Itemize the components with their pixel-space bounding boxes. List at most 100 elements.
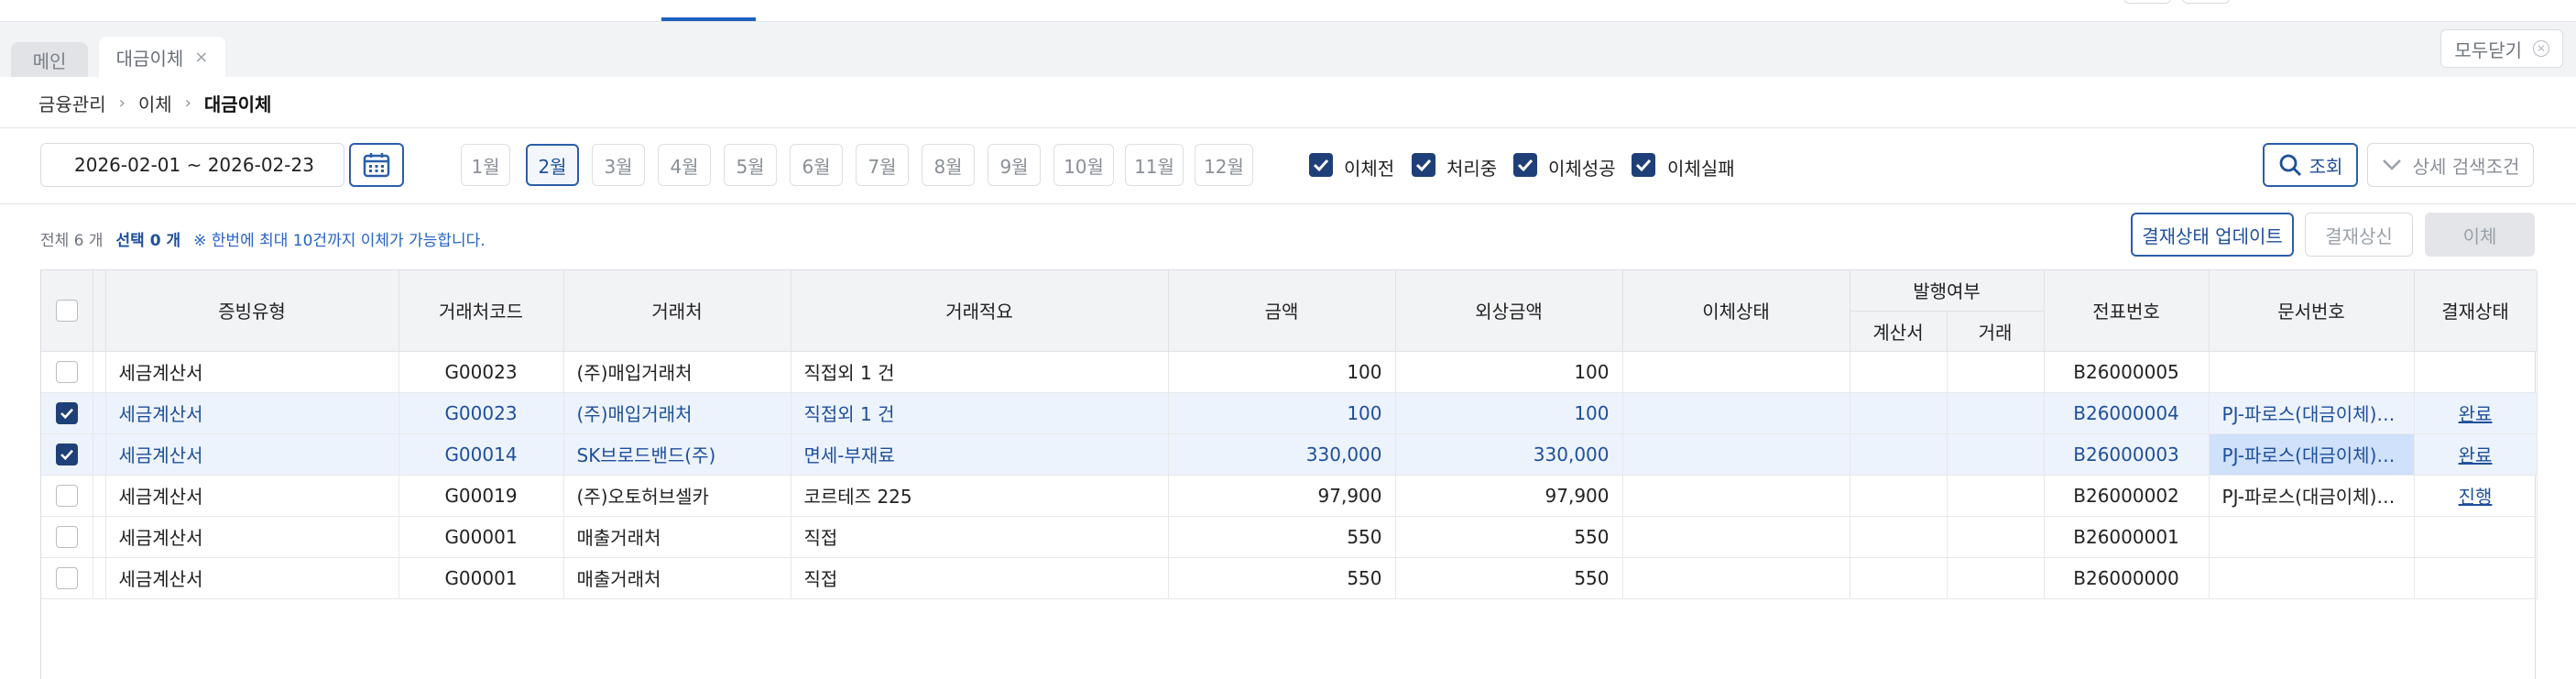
cell-approval	[2414, 557, 2538, 599]
row-checkbox-cell[interactable]	[41, 557, 93, 599]
month-button-selected[interactable]: 2월	[526, 144, 579, 186]
month-label: 4월	[670, 155, 699, 178]
cell-invoice	[1850, 392, 1948, 434]
header-trade[interactable]: 거래	[1947, 311, 2045, 352]
month-button[interactable]: 5월	[724, 144, 777, 186]
row-checkbox[interactable]	[55, 566, 78, 589]
header-vendor-code[interactable]: 거래처코드	[398, 270, 564, 352]
cell-approval: 완료	[2414, 392, 2538, 434]
header-doc-no[interactable]: 문서번호	[2209, 270, 2415, 352]
search-button-label: 조회	[2309, 155, 2343, 178]
approval-submit-button[interactable]: 결재상신	[2305, 213, 2413, 257]
cell-code: G00001	[398, 516, 564, 558]
status-checkbox-label: 처리중	[1446, 158, 1498, 180]
table-row[interactable]: 세금계산서 G00001 매출거래처 직접 550 550 B26000001	[41, 516, 2538, 558]
tab-main[interactable]: 메인	[11, 42, 88, 77]
header-summary[interactable]: 거래적요	[791, 270, 1169, 352]
month-button[interactable]: 1월	[461, 144, 510, 186]
cell-foreign: 100	[1395, 392, 1623, 434]
month-button[interactable]: 8월	[922, 144, 975, 186]
month-button[interactable]: 6월	[790, 144, 843, 186]
month-button[interactable]: 7월	[856, 144, 909, 186]
cell-invoice	[1850, 475, 1948, 517]
header-slip-no[interactable]: 전표번호	[2044, 270, 2210, 352]
approval-link[interactable]: 완료	[2459, 444, 2493, 466]
month-label: 9월	[999, 155, 1029, 178]
cell-summary: 직접외 1 건	[791, 351, 1169, 393]
status-checkbox[interactable]	[1309, 153, 1333, 177]
approval-link[interactable]: 완료	[2459, 403, 2493, 425]
status-checkbox-label: 이체성공	[1548, 158, 1616, 180]
table-row[interactable]: 세금계산서 G00014 SK브로드밴드(주) 면세-부재료 330,000 3…	[41, 433, 2538, 476]
month-button[interactable]: 9월	[988, 144, 1041, 186]
row-spacer	[93, 557, 106, 599]
approval-update-button[interactable]: 결재상태 업데이트	[2131, 213, 2294, 257]
cell-doc-focused[interactable]: PJ-파로스(대금이체)-...	[2209, 433, 2415, 476]
header-transfer-status[interactable]: 이체상태	[1622, 270, 1850, 352]
header-approval[interactable]: 결재상태	[2414, 270, 2538, 352]
search-icon	[2279, 154, 2301, 176]
cell-doc	[2209, 351, 2415, 393]
row-checkbox-cell[interactable]	[41, 433, 93, 476]
limit-note: ※ 한번에 최대 10건까지 이체가 가능합니다.	[193, 232, 486, 250]
status-checkbox[interactable]	[1513, 153, 1537, 177]
date-range-value: 2026-02-01 ~ 2026-02-23	[74, 154, 314, 176]
cell-evidence: 세금계산서	[105, 433, 399, 476]
breadcrumb: 금융관리 › 이체 › 대금이체	[38, 90, 271, 116]
header-amount[interactable]: 금액	[1168, 270, 1396, 352]
approval-link[interactable]: 진행	[2459, 486, 2493, 508]
month-button[interactable]: 12월	[1195, 144, 1253, 186]
month-button[interactable]: 3월	[592, 144, 645, 186]
status-checkbox[interactable]	[1412, 153, 1435, 177]
top-nav-button[interactable]	[2123, 0, 2171, 4]
cell-code: G00019	[398, 475, 564, 517]
cell-slip: B26000002	[2044, 475, 2210, 517]
month-button[interactable]: 11월	[1125, 144, 1184, 186]
month-button[interactable]: 10월	[1053, 144, 1114, 186]
row-checkbox-checked[interactable]	[55, 443, 78, 465]
transfer-button[interactable]: 이체	[2425, 213, 2535, 257]
header-foreign-amount[interactable]: 외상금액	[1395, 270, 1623, 352]
header-evidence[interactable]: 증빙유형	[105, 270, 399, 352]
month-label: 2월	[538, 155, 567, 178]
header-vendor[interactable]: 거래처	[563, 270, 791, 352]
cell-amount: 330,000	[1168, 433, 1396, 476]
cell-summary: 면세-부재료	[791, 433, 1169, 476]
table-row[interactable]: 세금계산서 G00023 (주)매입거래처 직접외 1 건 100 100 B2…	[41, 351, 2538, 393]
row-checkbox[interactable]	[55, 525, 78, 548]
cell-vendor: (주)매입거래처	[563, 351, 791, 393]
calendar-button[interactable]	[349, 143, 404, 187]
row-checkbox-cell[interactable]	[41, 392, 93, 434]
table-row[interactable]: 세금계산서 G00019 (주)오토허브셀카 코르테즈 225 97,900 9…	[41, 475, 2538, 517]
tab-transfer[interactable]: 대금이체 ×	[99, 37, 225, 77]
month-button[interactable]: 4월	[658, 144, 711, 186]
cell-doc	[2209, 516, 2415, 558]
select-all-checkbox[interactable]	[55, 299, 78, 322]
breadcrumb-item[interactable]: 이체	[138, 90, 172, 116]
cell-doc	[2209, 557, 2415, 599]
top-nav-button[interactable]	[2182, 0, 2230, 4]
search-button[interactable]: 조회	[2263, 143, 2358, 187]
check-icon	[1517, 159, 1534, 171]
month-label: 10월	[1064, 155, 1104, 178]
row-checkbox-cell[interactable]	[41, 516, 93, 558]
close-icon[interactable]: ×	[194, 48, 208, 67]
row-checkbox-cell[interactable]	[41, 351, 93, 393]
detail-search-button[interactable]: 상세 검색조건	[2367, 143, 2534, 187]
row-checkbox-cell[interactable]	[41, 475, 93, 517]
row-checkbox-checked[interactable]	[55, 401, 78, 424]
table-row[interactable]: 세금계산서 G00001 매출거래처 직접 550 550 B26000000	[41, 557, 2538, 599]
month-label: 5월	[736, 155, 765, 178]
header-invoice[interactable]: 계산서	[1850, 311, 1948, 352]
row-checkbox[interactable]	[55, 484, 78, 507]
row-checkbox[interactable]	[55, 360, 78, 383]
status-checkbox[interactable]	[1632, 153, 1655, 177]
close-all-label: 모두닫기	[2454, 38, 2522, 61]
table-row[interactable]: 세금계산서 G00023 (주)매입거래처 직접외 1 건 100 100 B2…	[41, 392, 2538, 434]
transfer-grid: 증빙유형 거래처코드 거래처 거래적요 금액 외상금액 이체상태 발행여부 전표…	[40, 269, 2538, 679]
cell-amount: 550	[1168, 557, 1396, 599]
close-all-button[interactable]: 모두닫기 ✕	[2440, 29, 2563, 68]
transfer-table: 증빙유형 거래처코드 거래처 거래적요 금액 외상금액 이체상태 발행여부 전표…	[41, 270, 2538, 599]
date-range-input[interactable]: 2026-02-01 ~ 2026-02-23	[40, 143, 344, 187]
breadcrumb-item[interactable]: 금융관리	[38, 90, 106, 116]
